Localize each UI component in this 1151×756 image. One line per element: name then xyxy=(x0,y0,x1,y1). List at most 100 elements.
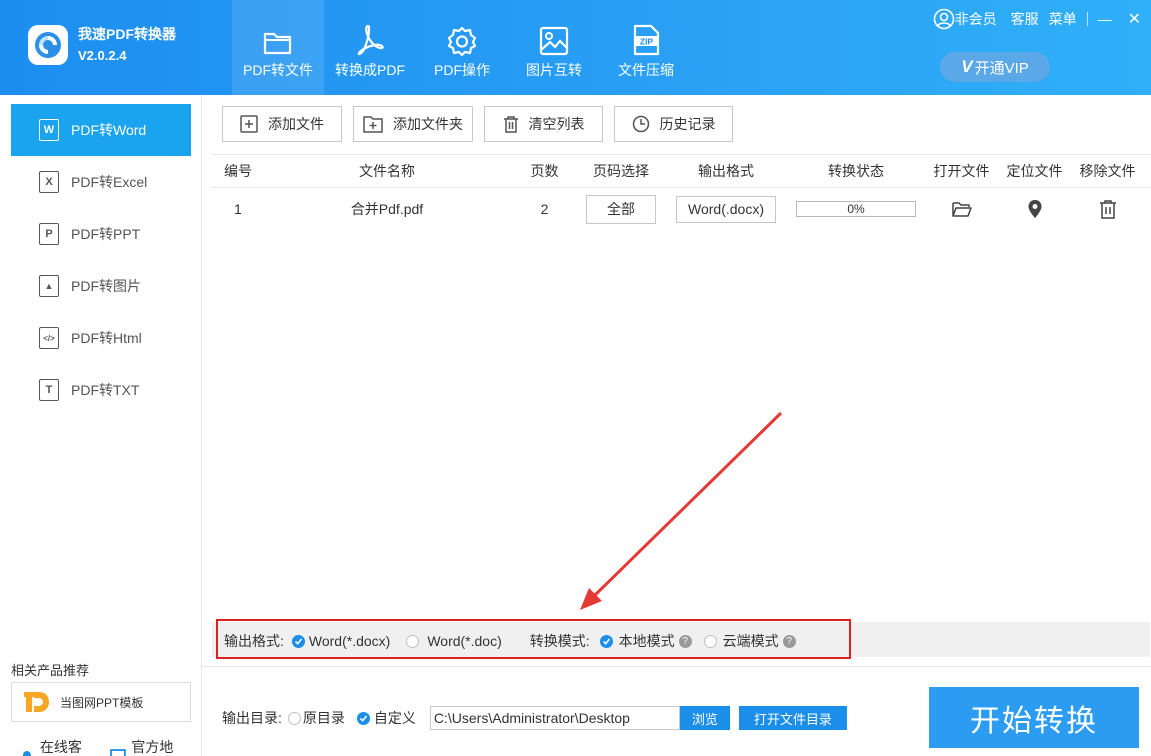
clock-icon xyxy=(632,115,649,133)
cell-pages: 2 xyxy=(540,201,549,217)
location-pin-icon[interactable] xyxy=(1027,199,1043,219)
open-vip-button[interactable]: V 开通VIP xyxy=(940,52,1050,82)
toolbar: 添加文件 添加文件夹 清空列表 历史记录 xyxy=(222,106,744,142)
table-header: 编号 文件名称 页数 页码选择 输出格式 转换状态 打开文件 定位文件 移除文件 xyxy=(212,154,1151,188)
sidebar-item-label: PDF转TXT xyxy=(71,382,140,398)
nav-tab-file-compress[interactable]: ZIP 文件压缩 xyxy=(600,0,692,95)
app-logo-area: 我速PDF转换器 V2.0.2.4 xyxy=(28,24,176,66)
image-icon xyxy=(539,26,569,56)
nav-tab-label: PDF操作 xyxy=(434,62,490,78)
add-file-button[interactable]: 添加文件 xyxy=(222,106,342,142)
nav-tab-image-convert[interactable]: 图片互转 xyxy=(508,0,600,95)
clear-list-button[interactable]: 清空列表 xyxy=(484,106,603,142)
nav-tab-to-pdf[interactable]: 转换成PDF xyxy=(324,0,416,95)
close-button[interactable]: ✕ xyxy=(1128,9,1141,29)
add-file-icon xyxy=(240,115,258,133)
radio-unchecked-icon xyxy=(287,711,301,725)
col-header-remove: 移除文件 xyxy=(1079,163,1136,179)
start-convert-button[interactable]: 开始转换 xyxy=(929,687,1139,748)
sidebar-item-label: PDF转Excel xyxy=(71,174,148,190)
vip-badge-icon: V xyxy=(961,57,973,76)
sidebar-item-pdf-to-image[interactable]: ▲ PDF转图片 xyxy=(11,260,191,312)
trash-icon xyxy=(503,116,518,133)
svg-text:ZIP: ZIP xyxy=(640,37,654,47)
radio-checked-icon xyxy=(356,711,370,725)
add-folder-label: 添加文件夹 xyxy=(393,116,463,132)
sidebar: W PDF转Word X PDF转Excel P PDF转PPT ▲ PDF转图… xyxy=(0,95,202,756)
add-folder-icon xyxy=(363,116,383,133)
col-header-format: 输出格式 xyxy=(698,163,754,179)
col-header-status: 转换状态 xyxy=(828,163,884,179)
col-header-page-select: 页码选择 xyxy=(593,163,649,179)
col-header-no: 编号 xyxy=(224,163,252,179)
output-format-select[interactable]: Word(.docx) xyxy=(676,195,776,223)
sidebar-item-pdf-to-ppt[interactable]: P PDF转PPT xyxy=(11,208,191,260)
customer-service-button[interactable]: 客服 xyxy=(1011,9,1039,29)
col-header-pages: 页数 xyxy=(530,163,559,179)
col-header-open: 打开文件 xyxy=(933,163,990,179)
page-select-button[interactable]: 全部 xyxy=(586,194,656,224)
original-dir-radio[interactable]: 原目录 xyxy=(287,708,345,728)
original-dir-label: 原目录 xyxy=(302,710,345,726)
folder-icon xyxy=(263,32,292,55)
online-service-link[interactable]: 在线客服 xyxy=(18,737,96,756)
txt-icon: T xyxy=(39,379,59,401)
nav-tab-label: 图片互转 xyxy=(526,62,582,78)
recommend-title: 相关产品推荐 xyxy=(11,663,90,678)
member-button[interactable]: 非会员 xyxy=(933,8,997,30)
recommend-product-name: 当图网PPT模板 xyxy=(60,695,144,710)
website-icon xyxy=(109,749,126,756)
nav-tab-label: 文件压缩 xyxy=(618,62,674,78)
highlight-box xyxy=(216,619,851,659)
title-bar: 我速PDF转换器 V2.0.2.4 PDF转文件 转换成PDF PDF操作 图片… xyxy=(0,0,1151,95)
main-nav: PDF转文件 转换成PDF PDF操作 图片互转 ZIP 文件压缩 xyxy=(232,0,692,95)
output-dir-label: 输出目录: xyxy=(222,710,282,726)
sidebar-item-pdf-to-html[interactable]: </> PDF转Html xyxy=(11,312,191,364)
output-path-input[interactable] xyxy=(429,706,680,730)
conversion-progress-bar: 0% xyxy=(796,201,916,217)
col-header-name: 文件名称 xyxy=(359,163,415,179)
sidebar-item-pdf-to-excel[interactable]: X PDF转Excel xyxy=(11,156,191,208)
clear-list-label: 清空列表 xyxy=(528,116,585,132)
sidebar-item-pdf-to-txt[interactable]: T PDF转TXT xyxy=(11,364,191,416)
table-row[interactable]: 1 合并Pdf.pdf 2 全部 Word(.docx) 0% xyxy=(212,188,1151,230)
bottom-divider xyxy=(202,666,1151,667)
nav-tab-pdf-operations[interactable]: PDF操作 xyxy=(416,0,508,95)
menu-button[interactable]: 菜单 xyxy=(1049,9,1077,29)
cell-no: 1 xyxy=(234,201,242,217)
nav-tab-pdf-to-file[interactable]: PDF转文件 xyxy=(232,0,324,95)
word-icon: W xyxy=(39,119,59,141)
progress-text: 0% xyxy=(847,202,865,216)
pdf-icon xyxy=(357,24,384,56)
headset-icon xyxy=(22,751,31,756)
remove-trash-icon[interactable] xyxy=(1099,199,1117,219)
minimize-button[interactable]: — xyxy=(1098,11,1112,27)
browse-button[interactable]: 浏览 xyxy=(679,706,730,730)
open-folder-icon[interactable] xyxy=(951,200,972,218)
member-label: 非会员 xyxy=(954,11,997,27)
sidebar-item-label: PDF转PPT xyxy=(71,226,141,242)
add-folder-button[interactable]: 添加文件夹 xyxy=(353,106,473,142)
sidebar-item-label: PDF转图片 xyxy=(71,278,141,294)
zip-icon: ZIP xyxy=(633,24,660,56)
nav-tab-label: 转换成PDF xyxy=(335,62,405,78)
history-button[interactable]: 历史记录 xyxy=(614,106,733,142)
file-table: 编号 文件名称 页数 页码选择 输出格式 转换状态 打开文件 定位文件 移除文件… xyxy=(212,154,1151,230)
ppt-icon: P xyxy=(39,223,59,245)
recommend-product-card[interactable]: 当图网PPT模板 xyxy=(11,682,191,722)
custom-dir-label: 自定义 xyxy=(373,710,416,726)
output-directory-row: 输出目录: 原目录 自定义 浏览 打开文件目录 xyxy=(222,706,847,730)
custom-dir-radio[interactable]: 自定义 xyxy=(356,708,416,728)
sidebar-item-pdf-to-word[interactable]: W PDF转Word xyxy=(11,104,191,156)
picture-icon: ▲ xyxy=(39,275,59,297)
user-icon xyxy=(933,8,954,30)
open-directory-button[interactable]: 打开文件目录 xyxy=(738,706,847,730)
history-label: 历史记录 xyxy=(659,116,716,132)
sidebar-item-label: PDF转Word xyxy=(71,122,147,138)
window-controls: 非会员 客服 菜单 — ✕ xyxy=(923,8,1141,30)
official-site-link[interactable]: 官方地址 xyxy=(109,737,188,756)
app-name: 我速PDF转换器 xyxy=(78,26,176,42)
sidebar-item-label: PDF转Html xyxy=(71,330,142,346)
product-logo-icon xyxy=(24,692,49,712)
excel-icon: X xyxy=(39,171,59,193)
